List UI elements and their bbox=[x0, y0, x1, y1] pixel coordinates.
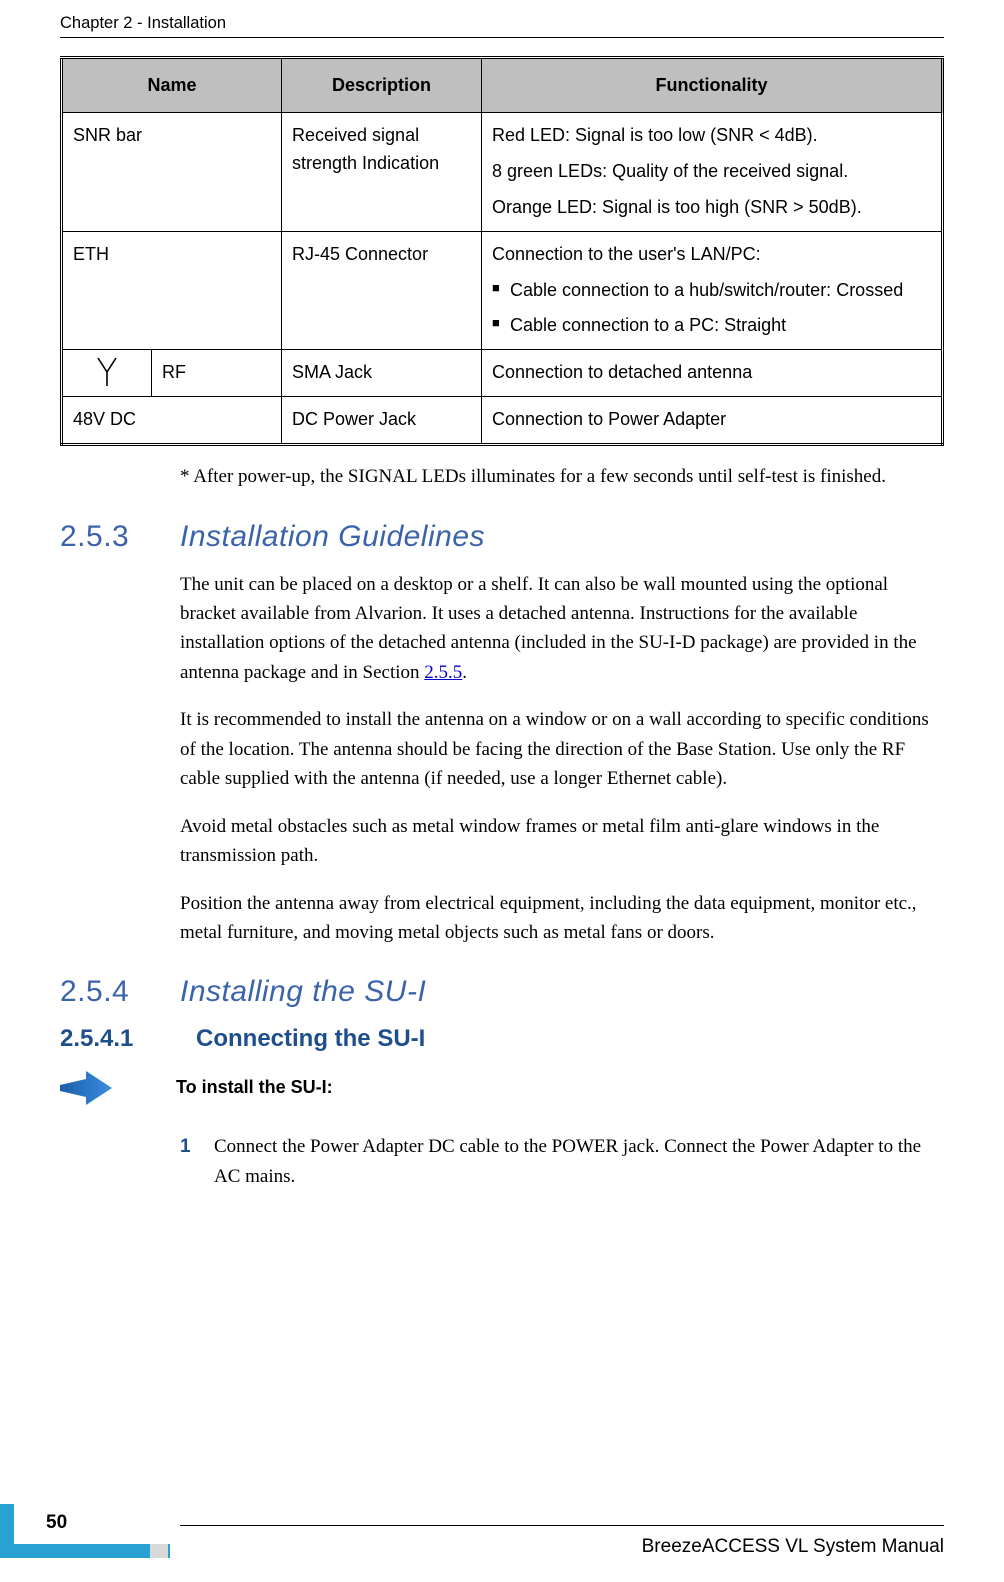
paragraph: The unit can be placed on a desktop or a… bbox=[180, 570, 944, 688]
cell-name: 48V DC bbox=[62, 397, 282, 445]
procedure-lead: To install the SU-I: bbox=[60, 1071, 944, 1110]
subsection-number: 2.5.4.1 bbox=[60, 1025, 196, 1053]
func-line: Orange LED: Signal is too high (SNR > 50… bbox=[492, 194, 931, 222]
paragraph: Position the antenna away from electrica… bbox=[180, 889, 944, 948]
cell-description: SMA Jack bbox=[282, 350, 482, 397]
section-number: 2.5.4 bbox=[60, 975, 180, 1009]
antenna-icon bbox=[96, 356, 118, 386]
section-number: 2.5.3 bbox=[60, 520, 180, 554]
manual-title: BreezeACCESS VL System Manual bbox=[642, 1536, 944, 1558]
cross-reference-link[interactable]: 2.5.5 bbox=[424, 662, 462, 683]
procedure-step: 1 Connect the Power Adapter DC cable to … bbox=[180, 1132, 944, 1191]
paragraph-part: The unit can be placed on a desktop or a… bbox=[180, 574, 917, 683]
table-row: SNR bar Received signal strength Indicat… bbox=[62, 113, 943, 232]
cell-description: RJ-45 Connector bbox=[282, 231, 482, 350]
page-footer: BreezeACCESS VL System Manual 50 bbox=[0, 1525, 1004, 1558]
paragraph: It is recommended to install the antenna… bbox=[180, 705, 944, 793]
table-row: RF SMA Jack Connection to detached anten… bbox=[62, 350, 943, 397]
section-title: Installing the SU-I bbox=[180, 975, 426, 1009]
spec-table: Name Description Functionality SNR bar R… bbox=[60, 56, 944, 446]
paragraph: Avoid metal obstacles such as metal wind… bbox=[180, 812, 944, 871]
procedure-arrow-icon bbox=[60, 1071, 120, 1110]
cell-icon bbox=[62, 350, 152, 397]
func-bullet: Cable connection to a PC: Straight bbox=[510, 312, 931, 340]
cell-name: SNR bar bbox=[62, 113, 282, 232]
footnote-text: * After power-up, the SIGNAL LEDs illumi… bbox=[180, 462, 944, 491]
func-line: Red LED: Signal is too low (SNR < 4dB). bbox=[492, 122, 931, 150]
subsection-title: Connecting the SU-I bbox=[196, 1025, 425, 1053]
section-heading: 2.5.4 Installing the SU-I bbox=[60, 975, 944, 1009]
th-description: Description bbox=[282, 58, 482, 113]
table-header-row: Name Description Functionality bbox=[62, 58, 943, 113]
table-row: 48V DC DC Power Jack Connection to Power… bbox=[62, 397, 943, 445]
subsection-heading: 2.5.4.1 Connecting the SU-I bbox=[60, 1025, 944, 1053]
th-functionality: Functionality bbox=[482, 58, 943, 113]
cell-description: Received signal strength Indication bbox=[282, 113, 482, 232]
page-number: 50 bbox=[46, 1512, 67, 1534]
step-text: Connect the Power Adapter DC cable to th… bbox=[214, 1132, 944, 1191]
cell-name: RF bbox=[152, 350, 282, 397]
cell-functionality: Connection to Power Adapter bbox=[482, 397, 943, 445]
paragraph-part: . bbox=[462, 662, 467, 683]
cell-functionality: Red LED: Signal is too low (SNR < 4dB). … bbox=[482, 113, 943, 232]
func-line: 8 green LEDs: Quality of the received si… bbox=[492, 158, 931, 186]
func-bullet: Cable connection to a hub/switch/router:… bbox=[510, 277, 931, 305]
table-row: ETH RJ-45 Connector Connection to the us… bbox=[62, 231, 943, 350]
cell-description: DC Power Jack bbox=[282, 397, 482, 445]
cell-functionality: Connection to detached antenna bbox=[482, 350, 943, 397]
procedure-lead-text: To install the SU-I: bbox=[176, 1077, 333, 1098]
section-heading: 2.5.3 Installation Guidelines bbox=[60, 520, 944, 554]
func-line: Connection to the user's LAN/PC: bbox=[492, 241, 931, 269]
cell-functionality: Connection to the user's LAN/PC: Cable c… bbox=[482, 231, 943, 350]
section-title: Installation Guidelines bbox=[180, 520, 485, 554]
footer-corner-decor bbox=[0, 1504, 170, 1558]
cell-name: ETH bbox=[62, 231, 282, 350]
running-header: Chapter 2 - Installation bbox=[60, 0, 944, 38]
th-name: Name bbox=[62, 58, 282, 113]
step-number: 1 bbox=[180, 1132, 214, 1191]
